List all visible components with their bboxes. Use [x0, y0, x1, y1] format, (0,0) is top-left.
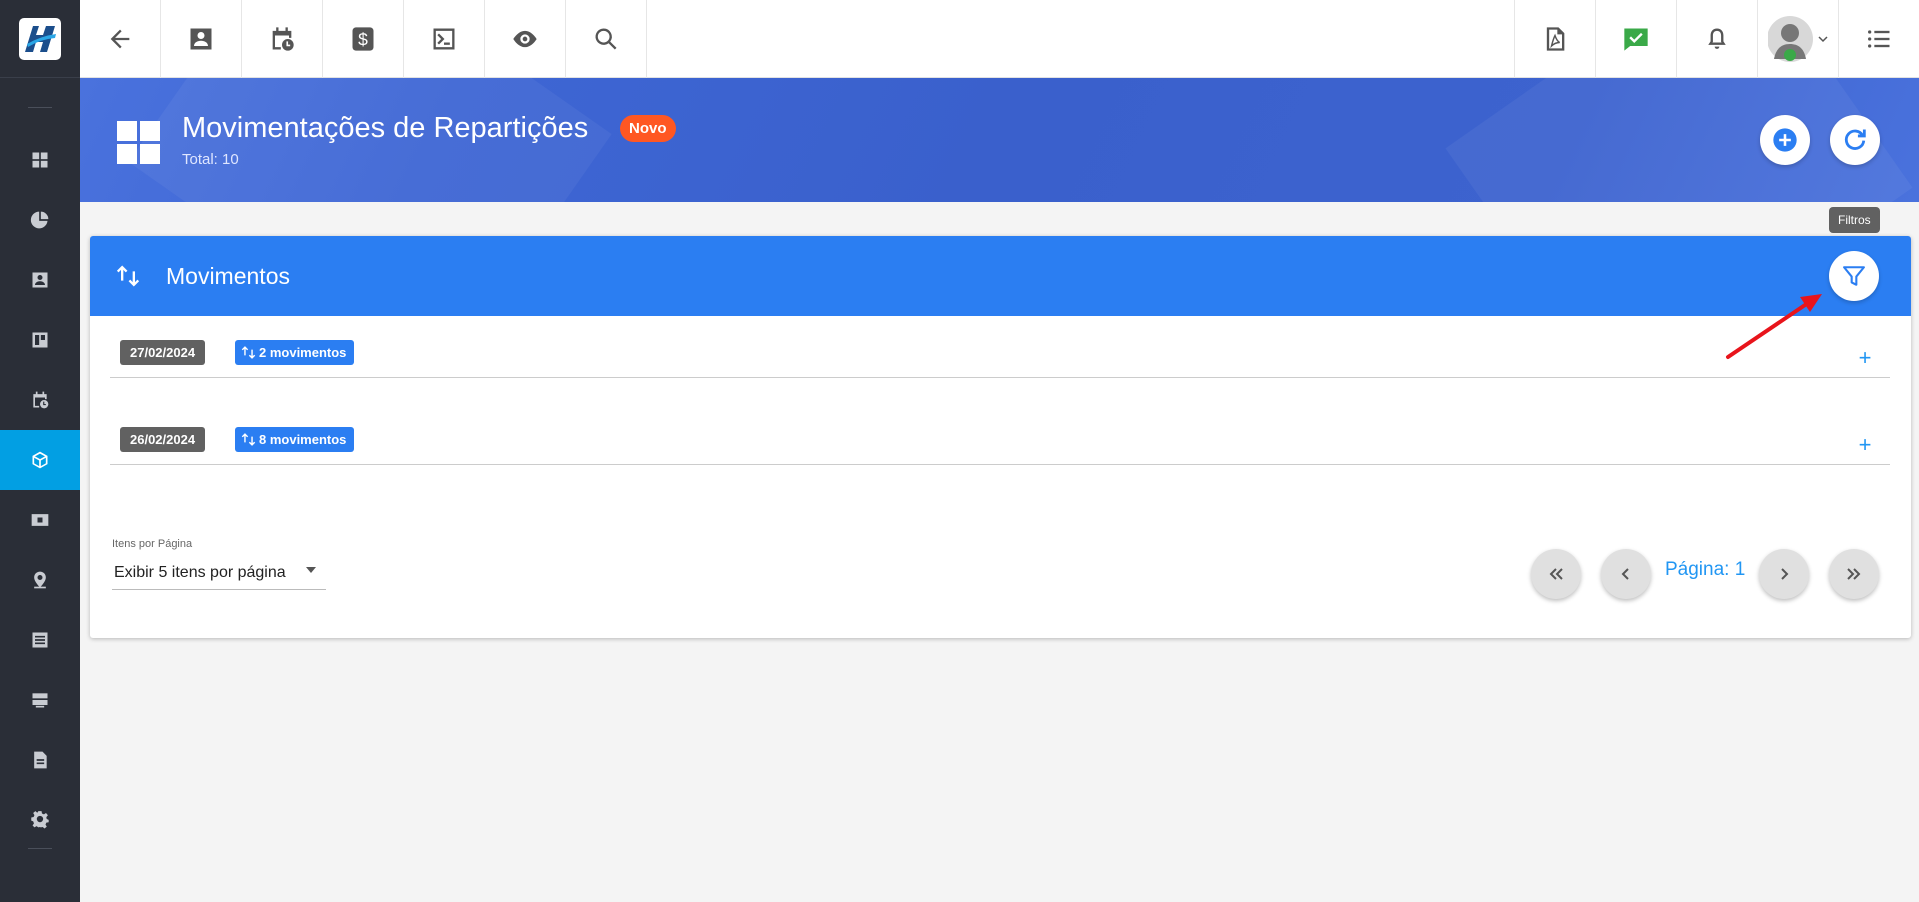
swap-vertical-icon: [116, 265, 140, 287]
menu-button[interactable]: [1838, 0, 1919, 78]
contacts-button[interactable]: [161, 0, 242, 78]
app-logo[interactable]: [19, 17, 61, 60]
sidebar-item-servers[interactable]: [0, 670, 80, 730]
swap-vertical-icon: [241, 346, 256, 359]
double-chevron-left-icon: [1549, 568, 1563, 580]
add-button[interactable]: [1760, 115, 1810, 165]
card-header: Movimentos: [90, 236, 1911, 316]
bell-icon: [1708, 28, 1726, 49]
sidebar-item-list[interactable]: [0, 610, 80, 670]
sidebar-item-schedule[interactable]: [0, 370, 80, 430]
dollar-icon: $: [352, 27, 374, 51]
sidebar-item-inventory[interactable]: [0, 430, 80, 490]
server-icon: [32, 693, 48, 708]
page-title: Movimentações de Repartições: [182, 112, 589, 144]
movements-count-chip: 2 movimentos: [235, 340, 355, 365]
user-menu-button[interactable]: [1757, 0, 1838, 78]
double-chevron-right-icon: [1847, 568, 1861, 580]
add-circle-icon: [1773, 128, 1797, 152]
total-count: Total: 10: [182, 151, 239, 168]
per-page-label: Itens por Página: [112, 538, 193, 550]
new-badge: Novo: [620, 115, 676, 142]
pdf-icon: [1546, 27, 1565, 51]
terminal-icon: [433, 28, 455, 50]
chevron-down-icon: [1818, 36, 1828, 43]
page-header: Movimentações de Repartições Novo Total:…: [80, 78, 1919, 202]
document-icon: [34, 751, 47, 769]
top-bar: $: [80, 0, 1919, 78]
back-button[interactable]: [80, 0, 161, 78]
movements-count-chip: 8 movimentos: [235, 427, 355, 452]
board-icon: [32, 332, 48, 348]
last-page-button[interactable]: [1829, 549, 1879, 599]
sidebar-item-contacts[interactable]: [0, 250, 80, 310]
settings-icon: [31, 811, 49, 829]
first-page-button[interactable]: [1531, 549, 1581, 599]
date-chip: 26/02/2024: [120, 427, 206, 452]
current-page-label: Página: 1: [1665, 559, 1746, 580]
logo-container: [0, 0, 80, 78]
date-group-row[interactable]: 27/02/2024 2 movimentos +: [110, 316, 1890, 378]
finance-button[interactable]: $: [323, 0, 404, 78]
contact-icon: [190, 28, 212, 50]
package-icon: [32, 451, 48, 469]
check-message-icon: [1624, 28, 1648, 51]
previous-page-button[interactable]: [1601, 549, 1651, 599]
chevron-right-icon: [1781, 568, 1789, 580]
expand-plus-icon[interactable]: +: [1853, 346, 1877, 370]
caret-down-icon: [306, 567, 316, 573]
movements-count-label: 8 movimentos: [259, 432, 347, 447]
schedule-button[interactable]: [242, 0, 323, 78]
search-button[interactable]: [566, 0, 647, 78]
grid-icon: [117, 121, 160, 164]
per-page-select[interactable]: Exibir 5 itens por página: [112, 554, 326, 590]
avatar: [1768, 16, 1813, 62]
date-chip: 27/02/2024: [120, 340, 206, 365]
filter-button[interactable]: [1829, 251, 1879, 301]
sidebar-item-dashboard[interactable]: [0, 130, 80, 190]
money-icon: [31, 514, 49, 526]
movements-count-label: 2 movimentos: [259, 345, 347, 360]
chevron-left-icon: [1621, 568, 1629, 580]
tasks-button[interactable]: [1595, 0, 1676, 78]
location-icon: [34, 571, 46, 589]
sidebar-item-finance[interactable]: [0, 490, 80, 550]
filter-icon: [1843, 266, 1865, 286]
contact-card-icon: [32, 272, 48, 288]
sidebar-item-settings[interactable]: [0, 790, 80, 850]
notifications-button[interactable]: [1676, 0, 1757, 78]
next-page-button[interactable]: [1759, 549, 1809, 599]
filter-tooltip: Filtros: [1829, 207, 1880, 233]
sidebar: [0, 0, 80, 902]
sidebar-item-locations[interactable]: [0, 550, 80, 610]
back-arrow-icon: [110, 29, 130, 49]
svg-text:$: $: [358, 29, 368, 49]
annotation-arrow-icon: [1726, 294, 1822, 359]
sidebar-divider-bottom: [28, 848, 52, 849]
search-icon: [595, 28, 617, 50]
expand-plus-icon[interactable]: +: [1853, 433, 1877, 457]
card-title: Movimentos: [166, 263, 290, 289]
refresh-button[interactable]: [1830, 115, 1880, 165]
pdf-button[interactable]: [1514, 0, 1595, 78]
terminal-button[interactable]: [404, 0, 485, 78]
pie-chart-icon: [30, 211, 49, 229]
sidebar-item-documents[interactable]: [0, 730, 80, 790]
calendar-clock-icon: [272, 27, 294, 51]
eye-icon: [513, 30, 537, 48]
sidebar-item-reports[interactable]: [0, 190, 80, 250]
logo-icon: [25, 25, 56, 52]
sidebar-divider: [28, 107, 52, 108]
refresh-icon: [1844, 129, 1866, 150]
movements-card: Movimentos 27/02/2024 2 movimentos + 26/…: [90, 236, 1911, 638]
date-group-row[interactable]: 26/02/2024 8 movimentos +: [110, 403, 1890, 465]
calendar-clock-icon: [33, 391, 49, 409]
view-button[interactable]: [485, 0, 566, 78]
menu-list-icon: [1868, 30, 1890, 48]
swap-vertical-icon: [241, 433, 256, 446]
list-icon: [32, 632, 48, 648]
sidebar-item-board[interactable]: [0, 310, 80, 370]
dashboard-icon: [32, 152, 48, 168]
